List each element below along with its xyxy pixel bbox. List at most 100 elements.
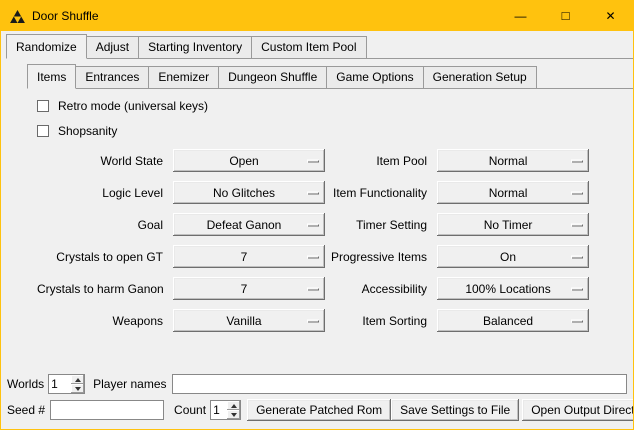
maximize-button[interactable]: □ <box>543 1 588 31</box>
goal-label: Goal <box>37 218 167 232</box>
dropdown-indicator-icon <box>307 255 319 258</box>
shopsanity-checkbox[interactable] <box>37 125 49 137</box>
player-names-input[interactable] <box>172 374 628 394</box>
item-functionality-dropdown[interactable]: Normal <box>437 181 589 204</box>
weapons-value: Vanilla <box>226 314 271 328</box>
save-settings-button[interactable]: Save Settings to File <box>391 399 519 421</box>
titlebar: Door Shuffle — □ ✕ <box>1 1 633 31</box>
shopsanity-row: Shopsanity <box>37 124 587 138</box>
app-icon <box>10 9 26 24</box>
crystals-ganon-dropdown[interactable]: 7 <box>173 277 325 300</box>
dropdown-indicator-icon <box>571 159 583 162</box>
tab-game-options[interactable]: Game Options <box>326 66 423 88</box>
generate-patched-rom-button[interactable]: Generate Patched Rom <box>247 399 391 421</box>
tab-adjust[interactable]: Adjust <box>86 36 139 58</box>
items-tab-content: Retro mode (universal keys) Shopsanity W… <box>1 89 633 332</box>
minimize-icon: — <box>515 9 527 23</box>
count-input[interactable] <box>211 401 227 419</box>
arrow-down-icon <box>231 413 237 417</box>
worlds-input[interactable] <box>49 375 71 393</box>
tab-dungeon-shuffle[interactable]: Dungeon Shuffle <box>218 66 327 88</box>
crystals-ganon-value: 7 <box>241 282 258 296</box>
accessibility-label: Accessibility <box>331 282 431 296</box>
tab-enemizer[interactable]: Enemizer <box>148 66 219 88</box>
logic-level-label: Logic Level <box>37 186 167 200</box>
progressive-items-value: On <box>500 250 526 264</box>
tab-starting-inventory[interactable]: Starting Inventory <box>138 36 252 58</box>
player-names-label: Player names <box>93 377 166 391</box>
logic-level-dropdown[interactable]: No Glitches <box>173 181 325 204</box>
dropdown-indicator-icon <box>571 223 583 226</box>
worlds-spin-buttons <box>71 375 84 393</box>
tab-generation-setup[interactable]: Generation Setup <box>423 66 537 88</box>
accessibility-value: 100% Locations <box>465 282 560 296</box>
dropdown-indicator-icon <box>571 319 583 322</box>
randomize-pane: Items Entrances Enemizer Dungeon Shuffle… <box>1 59 633 429</box>
dropdown-indicator-icon <box>307 287 319 290</box>
close-button[interactable]: ✕ <box>588 1 633 31</box>
worlds-spinbox[interactable] <box>48 374 85 394</box>
retro-mode-label: Retro mode (universal keys) <box>58 99 208 113</box>
dropdown-indicator-icon <box>307 223 319 226</box>
inner-tab-bar: Items Entrances Enemizer Dungeon Shuffle… <box>27 64 633 89</box>
window: Door Shuffle — □ ✕ Randomize Adjust Star… <box>0 0 634 430</box>
goal-value: Defeat Ganon <box>207 218 292 232</box>
count-spin-up-button[interactable] <box>227 401 240 410</box>
item-pool-value: Normal <box>489 154 538 168</box>
count-spin-down-button[interactable] <box>227 410 240 419</box>
seed-label: Seed # <box>7 403 45 417</box>
minimize-button[interactable]: — <box>498 1 543 31</box>
tab-custom-item-pool[interactable]: Custom Item Pool <box>251 36 366 58</box>
timer-setting-dropdown[interactable]: No Timer <box>437 213 589 236</box>
weapons-dropdown[interactable]: Vanilla <box>173 309 325 332</box>
world-state-label: World State <box>37 154 167 168</box>
world-state-dropdown[interactable]: Open <box>173 149 325 172</box>
item-sorting-label: Item Sorting <box>331 314 431 328</box>
item-functionality-label: Item Functionality <box>331 186 431 200</box>
footer: Worlds Player names Seed # Count <box>1 374 633 429</box>
tab-entrances[interactable]: Entrances <box>75 66 149 88</box>
arrow-up-icon <box>75 378 81 382</box>
item-pool-label: Item Pool <box>331 154 431 168</box>
worlds-spin-down-button[interactable] <box>71 384 84 393</box>
crystals-gt-dropdown[interactable]: 7 <box>173 245 325 268</box>
open-output-directory-button[interactable]: Open Output Directory <box>522 399 634 421</box>
crystals-gt-label: Crystals to open GT <box>37 250 167 264</box>
goal-dropdown[interactable]: Defeat Ganon <box>173 213 325 236</box>
dropdown-indicator-icon <box>307 191 319 194</box>
dropdown-indicator-icon <box>307 319 319 322</box>
crystals-gt-value: 7 <box>241 250 258 264</box>
item-sorting-dropdown[interactable]: Balanced <box>437 309 589 332</box>
tab-randomize[interactable]: Randomize <box>6 34 87 59</box>
arrow-down-icon <box>75 387 81 391</box>
crystals-ganon-label: Crystals to harm Ganon <box>37 282 167 296</box>
dropdown-indicator-icon <box>571 191 583 194</box>
world-state-value: Open <box>229 154 268 168</box>
accessibility-dropdown[interactable]: 100% Locations <box>437 277 589 300</box>
arrow-up-icon <box>231 404 237 408</box>
count-spinbox[interactable] <box>210 400 241 420</box>
timer-setting-label: Timer Setting <box>331 218 431 232</box>
seed-input[interactable] <box>50 400 164 420</box>
logic-level-value: No Glitches <box>213 186 285 200</box>
progressive-items-dropdown[interactable]: On <box>437 245 589 268</box>
item-sorting-value: Balanced <box>483 314 543 328</box>
shopsanity-label: Shopsanity <box>58 124 117 138</box>
seed-row: Seed # Count Generate Patched Rom Save S… <box>7 399 627 421</box>
close-icon: ✕ <box>605 9 615 23</box>
retro-mode-checkbox[interactable] <box>37 100 49 112</box>
item-pool-dropdown[interactable]: Normal <box>437 149 589 172</box>
count-spin-buttons <box>227 401 240 419</box>
maximize-icon: □ <box>562 8 570 23</box>
dropdown-indicator-icon <box>571 287 583 290</box>
tab-items[interactable]: Items <box>27 64 76 89</box>
retro-mode-row: Retro mode (universal keys) <box>37 99 587 113</box>
dropdown-indicator-icon <box>307 159 319 162</box>
worlds-spin-up-button[interactable] <box>71 375 84 384</box>
outer-tab-bar: Randomize Adjust Starting Inventory Cust… <box>6 34 633 59</box>
settings-grid: World State Open Item Pool Normal Logic … <box>37 149 587 332</box>
count-label: Count <box>174 403 206 417</box>
item-functionality-value: Normal <box>489 186 538 200</box>
dropdown-indicator-icon <box>571 255 583 258</box>
window-title: Door Shuffle <box>32 9 99 23</box>
